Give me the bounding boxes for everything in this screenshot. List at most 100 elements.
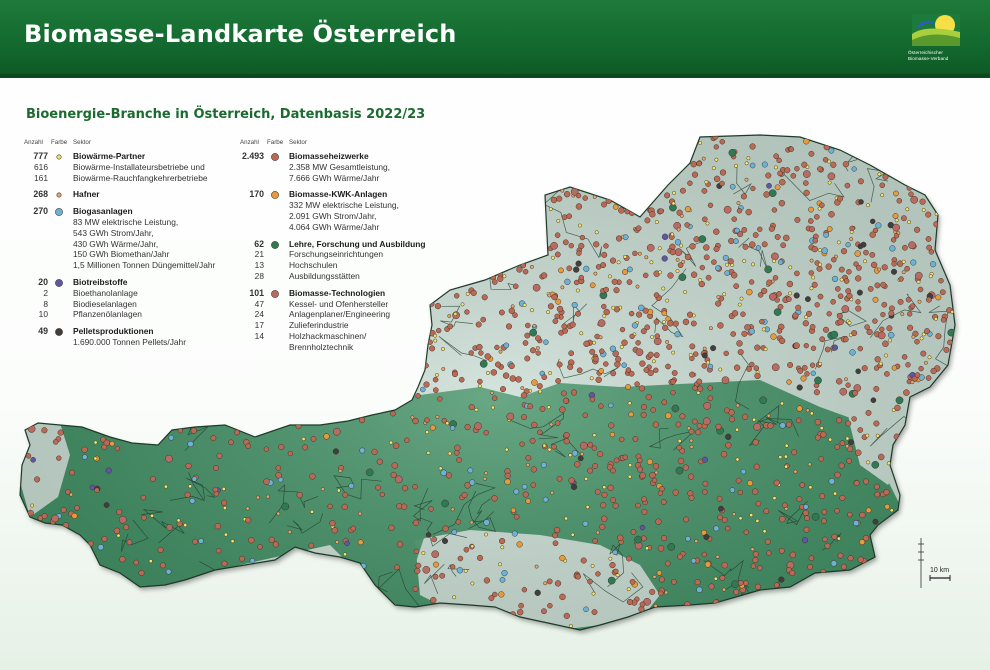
plant-marker bbox=[741, 330, 748, 337]
plant-marker bbox=[896, 198, 903, 204]
plant-marker bbox=[626, 555, 632, 562]
plant-marker bbox=[818, 262, 823, 267]
plant-marker bbox=[578, 242, 585, 249]
plant-marker bbox=[855, 305, 862, 312]
plant-marker bbox=[463, 546, 470, 553]
plant-marker bbox=[558, 267, 564, 274]
plant-marker bbox=[540, 461, 547, 469]
plant-marker bbox=[497, 275, 504, 282]
plant-marker bbox=[886, 325, 893, 332]
plant-marker bbox=[464, 424, 471, 431]
plant-marker bbox=[824, 346, 831, 353]
plant-marker bbox=[556, 361, 563, 368]
plant-marker bbox=[779, 515, 786, 523]
plant-marker bbox=[729, 416, 736, 423]
plant-marker bbox=[872, 318, 878, 324]
plant-marker bbox=[287, 530, 292, 534]
plant-marker bbox=[468, 404, 475, 411]
district-border bbox=[944, 458, 955, 484]
plant-marker bbox=[845, 242, 851, 248]
plant-marker bbox=[682, 464, 689, 471]
plant-marker bbox=[484, 532, 489, 537]
plant-marker bbox=[222, 506, 227, 510]
plant-marker bbox=[453, 312, 458, 316]
plant-marker bbox=[926, 244, 932, 251]
plant-marker bbox=[436, 327, 442, 334]
plant-marker bbox=[609, 562, 616, 569]
plant-marker bbox=[928, 274, 933, 279]
plant-marker bbox=[888, 305, 895, 312]
plant-marker bbox=[707, 395, 714, 402]
plant-marker bbox=[681, 259, 686, 264]
plant-marker bbox=[166, 524, 173, 531]
plant-marker bbox=[434, 302, 442, 310]
plant-marker bbox=[851, 416, 857, 422]
plant-marker bbox=[192, 538, 198, 545]
plant-marker bbox=[401, 485, 409, 492]
plant-marker bbox=[702, 480, 709, 487]
plant-marker bbox=[566, 265, 573, 272]
plant-marker bbox=[556, 305, 564, 313]
plant-marker bbox=[780, 401, 784, 406]
scale-bar: 10 km bbox=[917, 538, 957, 588]
plant-marker bbox=[845, 382, 851, 388]
plant-marker bbox=[425, 532, 432, 538]
plant-marker bbox=[774, 297, 780, 303]
plant-marker bbox=[589, 376, 594, 381]
plant-marker bbox=[786, 296, 792, 302]
plant-marker bbox=[519, 441, 525, 447]
plant-marker bbox=[649, 588, 656, 595]
plant-marker bbox=[506, 412, 515, 421]
plant-marker bbox=[795, 417, 802, 424]
plant-marker bbox=[692, 385, 698, 391]
plant-marker bbox=[820, 431, 827, 438]
plant-marker bbox=[637, 457, 643, 464]
plant-marker bbox=[743, 529, 749, 535]
plant-marker bbox=[445, 421, 450, 426]
plant-marker bbox=[830, 299, 836, 305]
plant-marker bbox=[589, 348, 596, 355]
plant-marker bbox=[230, 539, 235, 544]
plant-marker bbox=[456, 456, 463, 463]
plant-marker bbox=[432, 573, 439, 580]
plant-marker bbox=[895, 396, 904, 405]
plant-marker bbox=[853, 520, 860, 527]
plant-marker bbox=[803, 189, 810, 196]
plant-marker bbox=[518, 602, 524, 609]
plant-marker bbox=[610, 497, 616, 503]
plant-marker bbox=[816, 265, 823, 272]
plant-marker bbox=[734, 163, 738, 168]
plant-marker bbox=[591, 445, 598, 451]
plant-marker bbox=[93, 456, 98, 461]
plant-marker bbox=[694, 579, 701, 586]
plant-marker bbox=[559, 406, 566, 413]
plant-marker bbox=[688, 494, 695, 501]
plant-marker bbox=[713, 576, 718, 581]
plant-marker bbox=[865, 409, 872, 416]
plant-marker bbox=[933, 221, 940, 228]
plant-marker bbox=[773, 153, 779, 160]
plant-marker bbox=[732, 512, 736, 517]
plant-marker bbox=[590, 563, 595, 568]
plant-marker bbox=[429, 424, 436, 431]
plant-marker bbox=[81, 446, 88, 453]
plant-marker bbox=[822, 157, 829, 163]
plant-marker bbox=[940, 317, 947, 323]
plant-marker bbox=[621, 339, 628, 346]
plant-marker bbox=[559, 593, 566, 601]
plant-marker bbox=[692, 351, 699, 357]
plant-marker bbox=[670, 379, 676, 385]
plant-marker bbox=[839, 277, 844, 282]
plant-marker bbox=[892, 223, 901, 232]
district-border bbox=[232, 219, 265, 255]
plant-marker bbox=[301, 437, 306, 441]
plant-marker bbox=[554, 580, 562, 587]
district-border bbox=[602, 135, 652, 156]
plant-marker bbox=[737, 489, 743, 496]
plant-marker bbox=[441, 367, 446, 371]
plant-marker bbox=[865, 507, 872, 514]
plant-marker bbox=[759, 318, 765, 325]
plant-marker bbox=[157, 546, 164, 553]
plant-marker bbox=[536, 383, 543, 390]
plant-marker bbox=[190, 427, 197, 434]
